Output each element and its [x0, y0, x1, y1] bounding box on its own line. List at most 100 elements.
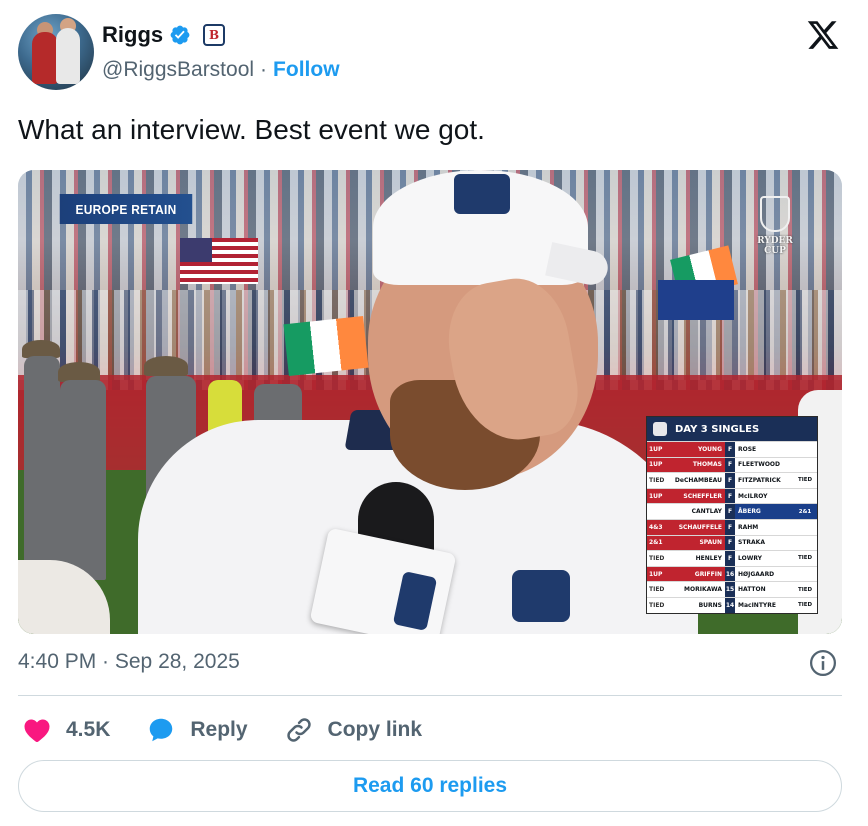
- us-player: SPAUN: [669, 535, 725, 551]
- scoreboard-title: DAY 3 SINGLES: [675, 423, 760, 435]
- like-button[interactable]: 4.5K: [22, 715, 110, 745]
- engagement-bar: 4.5K Reply Copy link: [22, 712, 458, 748]
- eu-match-status: TIED: [797, 602, 813, 609]
- eu-match-status: 2&1: [793, 504, 817, 519]
- scoreboard-row: 1UP THOMAS F FLEETWOOD: [647, 456, 817, 473]
- us-player: THOMAS: [669, 457, 725, 473]
- ryder-cup-watermark: RYDER CUP: [746, 194, 804, 256]
- copy-link-button[interactable]: Copy link: [284, 715, 423, 745]
- info-icon[interactable]: [808, 648, 838, 678]
- scoreboard-row: 2&1 SPAUN F STRAKA: [647, 534, 817, 551]
- follow-button[interactable]: Follow: [273, 58, 340, 82]
- us-player: YOUNG: [669, 442, 725, 457]
- eu-player: FITZPATRICK: [738, 476, 781, 484]
- eu-player: FLEETWOOD: [738, 461, 781, 469]
- scoreboard-row: 1UP SCHEFFLER F McILROY: [647, 487, 817, 504]
- us-player: SCHAUFFELE: [669, 519, 725, 535]
- eu-player: HØJGAARD: [738, 570, 775, 578]
- scoreboard-row: 1UP YOUNG F ROSE: [647, 441, 817, 457]
- affiliate-badge[interactable]: B: [203, 24, 226, 46]
- broadcast-banner: EUROPE RETAIN: [59, 194, 193, 224]
- eu-match-status: [793, 458, 817, 473]
- eu-flag: [658, 280, 734, 320]
- ryder-cup-watermark-text: RYDER CUP: [757, 236, 793, 256]
- cap-europe-logo: [454, 174, 510, 214]
- hole-indicator: F: [725, 551, 735, 566]
- us-player: BURNS: [698, 601, 722, 609]
- shirt-europe-logo: [512, 570, 570, 622]
- copy-link-label: Copy link: [327, 718, 423, 741]
- scoreboard-row: TIED DeCHAMBEAU F FITZPATRICK TIED: [647, 472, 817, 488]
- trooper: [24, 356, 60, 566]
- hole-indicator: 15: [725, 582, 735, 597]
- scoreboard-rows: 1UP YOUNG F ROSE 1UP THOMAS F FLEETWOOD TIED DeCH…: [647, 441, 817, 613]
- reply-button[interactable]: Reply: [146, 715, 248, 745]
- eu-player: ROSE: [738, 445, 757, 453]
- hole-indicator: F: [725, 488, 735, 504]
- us-match-status: TIED: [649, 476, 665, 484]
- hole-indicator: F: [725, 457, 735, 473]
- like-count: 4.5K: [66, 718, 111, 741]
- avatar[interactable]: [18, 14, 94, 90]
- hole-indicator: 14: [725, 597, 735, 613]
- eu-player: ÅBERG: [735, 504, 793, 519]
- hole-indicator: 16: [725, 566, 735, 582]
- scoreboard-row: TIED MORIKAWA 15 HATTON TIED: [647, 581, 817, 597]
- us-match-status: 2&1: [647, 535, 669, 551]
- link-icon: [286, 718, 311, 742]
- trophy-icon: [653, 422, 667, 436]
- us-match-status: TIED: [649, 554, 665, 562]
- us-match-status: TIED: [649, 601, 665, 609]
- reply-bubble-icon: [150, 718, 173, 742]
- divider: [18, 695, 842, 696]
- hole-indicator: F: [725, 473, 735, 488]
- irish-flag: [283, 315, 369, 377]
- reply-label: Reply: [190, 718, 248, 741]
- eu-match-status: [793, 567, 817, 582]
- tweet-text: What an interview. Best event we got.: [18, 114, 485, 145]
- trooper-hat: [144, 356, 188, 376]
- affiliate-badge-letter: B: [209, 28, 220, 42]
- eu-match-status: TIED: [797, 586, 813, 593]
- us-match-status: 4&3: [647, 519, 669, 535]
- eu-player: HATTON: [738, 586, 766, 594]
- tweet-header: Riggs B @RiggsBarstool · Follow: [18, 14, 850, 94]
- heart-icon: [24, 719, 50, 742]
- x-logo-icon[interactable]: [806, 18, 840, 52]
- author-name-row: Riggs B: [102, 22, 226, 48]
- eu-player: MacINTYRE: [738, 601, 776, 609]
- us-player: HENLEY: [695, 554, 722, 562]
- scoreboard: DAY 3 SINGLES 1UP YOUNG F ROSE 1UP THOMAS F FLE…: [646, 416, 818, 614]
- us-match-status: 1UP: [647, 457, 669, 473]
- handle-separator: ·: [260, 58, 268, 81]
- eu-match-status: [793, 442, 817, 457]
- hole-indicator: F: [725, 519, 735, 535]
- us-match-status: 1UP: [647, 566, 669, 582]
- verified-badge-icon: [170, 25, 190, 45]
- display-name[interactable]: Riggs: [102, 22, 163, 48]
- tweet-timestamp[interactable]: 4:40 PM · Sep 28, 2025: [18, 650, 240, 674]
- read-replies-button[interactable]: Read 60 replies: [18, 760, 842, 812]
- tweet-media-image[interactable]: EUROPE RETAIN RYDER CUP DAY 3 SINGLES 1U…: [18, 170, 842, 634]
- hole-indicator: F: [725, 442, 735, 457]
- trooper: [60, 380, 106, 580]
- us-player: SCHEFFLER: [669, 488, 725, 504]
- hole-indicator: F: [725, 504, 735, 519]
- scoreboard-row: TIED HENLEY F LOWRY TIED: [647, 550, 817, 566]
- us-player: CANTLAY: [691, 508, 722, 516]
- us-match-status: TIED: [649, 586, 665, 594]
- us-player: MORIKAWA: [684, 586, 722, 594]
- scoreboard-row: CANTLAY F ÅBERG 2&1: [647, 503, 817, 519]
- eu-match-status: [793, 489, 817, 504]
- hole-indicator: F: [725, 535, 735, 551]
- us-match-status: 1UP: [647, 442, 669, 457]
- eu-match-status: [793, 520, 817, 535]
- trooper-hat: [58, 362, 100, 382]
- handle[interactable]: @RiggsBarstool: [102, 58, 254, 82]
- eu-match-status: TIED: [797, 477, 813, 484]
- us-match-status: 1UP: [647, 488, 669, 504]
- scoreboard-header: DAY 3 SINGLES: [647, 417, 817, 441]
- scoreboard-row: 4&3 SCHAUFFELE F RAHM: [647, 518, 817, 535]
- scoreboard-row: TIED BURNS 14 MacINTYRE TIED: [647, 596, 817, 613]
- us-match-status: [647, 504, 669, 519]
